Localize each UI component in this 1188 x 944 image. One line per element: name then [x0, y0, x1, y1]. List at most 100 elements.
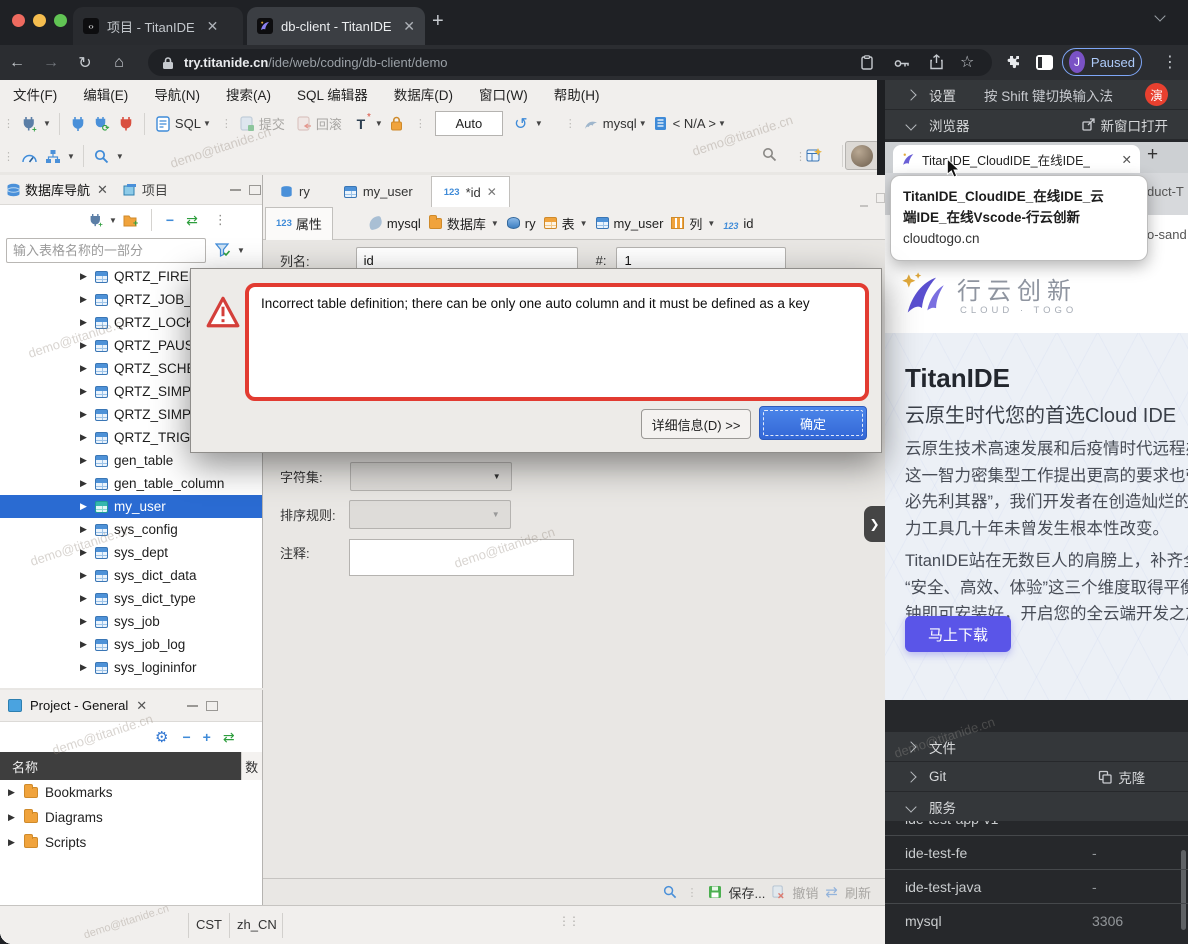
expand-arrow-icon[interactable]: ▶: [8, 787, 24, 798]
collation-select[interactable]: ▼: [349, 500, 511, 529]
home-icon[interactable]: ⌂: [102, 54, 136, 72]
breadcrumb-item[interactable]: mysql: [369, 216, 421, 231]
expand-arrow-icon[interactable]: ▶: [80, 432, 95, 443]
new-connection-icon[interactable]: +: [20, 115, 38, 133]
menu-item[interactable]: 数据库(D): [381, 84, 466, 104]
maximize-editor-icon[interactable]: [876, 193, 885, 203]
table-tree-item[interactable]: ▶ sys_logininfor: [0, 656, 262, 679]
project-tree-item[interactable]: ▶ Bookmarks: [0, 780, 262, 805]
git-section-row[interactable]: Git 克隆: [885, 762, 1188, 791]
new-sql-editor-icon[interactable]: [154, 115, 172, 133]
menu-item[interactable]: 编辑(E): [70, 84, 141, 104]
expand-arrow-icon[interactable]: ▶: [80, 662, 95, 673]
collapse-all-icon[interactable]: −: [182, 729, 190, 745]
user-avatar-button[interactable]: [845, 141, 879, 170]
close-tab-icon[interactable]: ✕: [207, 18, 219, 35]
bookmark-star-icon[interactable]: ☆: [960, 52, 974, 72]
schema-dropdown-icon[interactable]: ▼: [718, 119, 726, 128]
editor-tab-my-user[interactable]: my_user: [332, 176, 425, 207]
expand-arrow-icon[interactable]: ▶: [80, 386, 95, 397]
name-column-header[interactable]: 名称: [0, 752, 241, 780]
schema-selector-label[interactable]: < N/A >: [673, 116, 716, 131]
disconnect-icon[interactable]: [117, 115, 135, 133]
save-icon[interactable]: [708, 885, 722, 899]
driver-dropdown-icon[interactable]: ▼: [67, 152, 75, 161]
traffic-minimize-button[interactable]: [33, 14, 46, 27]
download-button[interactable]: 马上下载: [905, 616, 1011, 652]
breadcrumb-item[interactable]: ry: [507, 216, 536, 231]
new-folder-icon[interactable]: +: [122, 211, 140, 229]
traffic-close-button[interactable]: [12, 14, 25, 27]
back-icon[interactable]: ←: [0, 54, 34, 72]
settings-gear-icon[interactable]: ⚙: [155, 728, 168, 746]
expand-arrow-icon[interactable]: ▶: [80, 524, 95, 535]
timezone-cell[interactable]: CST: [196, 917, 222, 932]
browser-section-row[interactable]: 浏览器 新窗口打开: [885, 110, 1188, 139]
expand-arrow-icon[interactable]: ▶: [80, 340, 95, 351]
filter-dropdown-icon[interactable]: ▼: [237, 246, 245, 255]
filter-funnel-icon[interactable]: [214, 241, 232, 259]
table-tree-item[interactable]: ▶ my_user: [0, 495, 262, 518]
table-tree-item[interactable]: ▶ sys_dept: [0, 541, 262, 564]
type-column-header[interactable]: 数: [241, 752, 262, 780]
services-section-row[interactable]: 服务: [885, 792, 1188, 821]
close-panel-icon[interactable]: ✕: [136, 698, 147, 714]
tab-search-chevron-icon[interactable]: [1156, 12, 1164, 20]
project-tree-item[interactable]: ▶ Diagrams: [0, 805, 262, 830]
kebab-menu-icon[interactable]: ⋮: [1162, 52, 1178, 72]
table-tree-item[interactable]: ▶ sys_job: [0, 610, 262, 633]
tab-project[interactable]: 项目: [142, 180, 168, 199]
undo-button[interactable]: 撤销: [792, 883, 818, 902]
driver-manager-icon[interactable]: [44, 147, 62, 165]
find-icon[interactable]: [663, 885, 677, 899]
charset-select[interactable]: ▼: [350, 462, 512, 491]
dashboard-gauge-icon[interactable]: [20, 147, 38, 165]
files-section-row[interactable]: 文件: [885, 732, 1188, 761]
menu-item[interactable]: 搜索(A): [213, 84, 284, 104]
collapse-all-icon[interactable]: −: [166, 212, 174, 228]
service-row[interactable]: ide-test-java -: [885, 870, 1188, 904]
expand-all-icon[interactable]: +: [203, 729, 211, 745]
table-tree-item[interactable]: ▶ sys_dict_type: [0, 587, 262, 610]
expand-arrow-icon[interactable]: ▶: [80, 639, 95, 650]
expand-arrow-icon[interactable]: ▶: [80, 478, 95, 489]
editor-tab-ry[interactable]: ry: [268, 176, 322, 207]
forward-icon[interactable]: →: [34, 54, 68, 72]
locale-cell[interactable]: zh_CN: [237, 917, 277, 932]
expand-arrow-icon[interactable]: ▶: [80, 616, 95, 627]
reload-icon[interactable]: ↻: [68, 53, 102, 73]
connect-icon[interactable]: [69, 115, 87, 133]
new-connection-icon[interactable]: +: [86, 211, 104, 229]
menu-item[interactable]: 窗口(W): [466, 84, 541, 104]
address-bar[interactable]: try.titanide.cn/ide/web/coding/db-client…: [148, 49, 992, 76]
expand-arrow-icon[interactable]: ▶: [8, 837, 24, 848]
expand-panel-handle[interactable]: ❯: [864, 506, 885, 542]
chevron-down-icon[interactable]: ▼: [580, 219, 588, 228]
expand-arrow-icon[interactable]: ▶: [80, 501, 95, 512]
autocommit-mode-box[interactable]: Auto: [435, 111, 503, 136]
maximize-panel-icon[interactable]: [249, 185, 261, 195]
ok-button[interactable]: 确定: [759, 406, 867, 440]
history-dropdown-icon[interactable]: ▼: [535, 119, 543, 128]
breadcrumb-item[interactable]: my_user: [596, 216, 664, 231]
embedded-browser-tab[interactable]: TitanIDE_CloudIDE_在线IDE_ ✕: [893, 145, 1140, 173]
tab-database-navigator[interactable]: 数据库导航: [25, 180, 90, 199]
breadcrumb-item[interactable]: 列 ▼: [671, 214, 715, 233]
quick-search-icon[interactable]: [762, 147, 777, 165]
refresh-icon[interactable]: ⇄: [825, 883, 838, 901]
link-editor-icon[interactable]: ⇄: [186, 212, 198, 229]
password-key-icon[interactable]: [894, 57, 910, 72]
link-editor-icon[interactable]: ⇄: [223, 729, 235, 746]
service-row[interactable]: mysql 3306: [885, 904, 1188, 938]
expand-arrow-icon[interactable]: ▶: [80, 271, 95, 282]
transaction-log-icon[interactable]: T*: [352, 115, 370, 133]
close-panel-icon[interactable]: ✕: [97, 182, 108, 198]
expand-arrow-icon[interactable]: ▶: [80, 317, 95, 328]
history-icon[interactable]: ↺: [512, 115, 530, 133]
expand-arrow-icon[interactable]: ▶: [80, 363, 95, 374]
share-icon[interactable]: [930, 54, 943, 73]
menu-item[interactable]: 帮助(H): [541, 84, 613, 104]
side-panel-icon[interactable]: [1036, 55, 1053, 70]
maximize-panel-icon[interactable]: [206, 701, 218, 711]
expand-arrow-icon[interactable]: ▶: [80, 570, 95, 581]
